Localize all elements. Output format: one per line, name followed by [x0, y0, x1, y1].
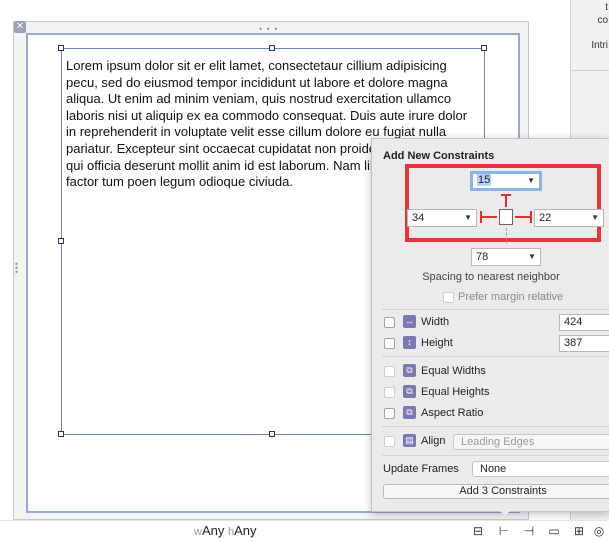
width-class-value: Any: [201, 523, 225, 538]
width-label: Width: [421, 316, 450, 328]
equal-widths-label: Equal Widths: [421, 365, 486, 377]
top-spacing-value: 15: [477, 174, 492, 186]
bottom-constraint-dashed[interactable]: [506, 228, 507, 244]
equal-widths-checkbox[interactable]: [384, 366, 395, 377]
resize-handle-left[interactable]: [58, 238, 64, 244]
inspector-text-2: co: [597, 15, 608, 26]
chevron-down-icon[interactable]: ▼: [464, 210, 472, 226]
width-constraint-icon: ↔: [403, 315, 416, 328]
right-spacing-value: 22: [539, 212, 552, 224]
resize-handle-top-left[interactable]: [58, 45, 64, 51]
prefer-margin-label: Prefer margin relative: [458, 291, 564, 303]
equal-heights-icon: ⧉: [403, 385, 416, 398]
inspector-divider: [571, 70, 609, 71]
left-constraint-cap: [480, 211, 482, 223]
height-value-field[interactable]: 387: [559, 335, 609, 352]
equal-heights-checkbox[interactable]: [384, 387, 395, 398]
equal-heights-label: Equal Heights: [421, 386, 490, 398]
height-constraint-icon: ↕: [403, 336, 416, 349]
divider: [382, 356, 609, 357]
resizing-icon[interactable]: ▭: [546, 524, 562, 538]
spacing-caption: Spacing to nearest neighbor: [422, 271, 560, 283]
left-constraint-i-beam[interactable]: [480, 216, 497, 218]
scene-grip-left[interactable]: • • •: [15, 260, 21, 277]
popover-title: Add New Constraints: [383, 150, 495, 162]
popover-arrow: [497, 508, 513, 516]
selected-view-proxy: [499, 209, 513, 225]
canvas-bottom-bar: wAny hAny ⊟ ⊢ ⊣ ▭ ⊞ ◎: [0, 520, 609, 542]
left-spacing-value: 34: [412, 212, 425, 224]
height-label: Height: [421, 337, 453, 349]
stack-icon[interactable]: ⊟: [470, 524, 486, 538]
interface-builder-canvas: t co Intri ✕ • • • • • • Lorem ipsum dolor…: [0, 0, 609, 542]
prefer-margin-checkbox[interactable]: [443, 292, 454, 303]
add-constraints-popover: Add New Constraints 15 ▼ 34 ▼ 22 ▼ 78 ▼ …: [371, 138, 609, 512]
aspect-ratio-label: Aspect Ratio: [421, 407, 484, 419]
top-constraint-cap: [501, 194, 511, 196]
resize-handle-top[interactable]: [269, 45, 275, 51]
height-checkbox[interactable]: [384, 338, 395, 349]
divider: [382, 455, 609, 456]
top-spacing-field[interactable]: 15 ▼: [470, 171, 542, 191]
chevron-down-icon[interactable]: ▼: [528, 249, 536, 265]
chevron-down-icon[interactable]: ▼: [527, 175, 535, 187]
bottom-spacing-value: 78: [476, 251, 489, 263]
resize-handle-bottom-left[interactable]: [58, 431, 64, 437]
update-frames-select[interactable]: None: [472, 461, 609, 477]
width-class-prefix: w: [194, 526, 202, 538]
width-value-field[interactable]: 424: [559, 314, 609, 331]
aspect-ratio-checkbox[interactable]: [384, 408, 395, 419]
size-class-control[interactable]: wAny hAny: [194, 523, 257, 538]
divider: [382, 309, 609, 310]
align-select[interactable]: Leading Edges: [453, 434, 609, 450]
align-icon: ▤: [403, 434, 416, 447]
equal-widths-icon: ⧉: [403, 364, 416, 377]
circle-icon[interactable]: ◎: [591, 524, 607, 538]
align-label: Align: [421, 435, 446, 447]
resolve-icon[interactable]: ⊣: [521, 524, 537, 538]
inspector-text-3: Intri: [591, 40, 608, 51]
divider: [382, 426, 609, 427]
pin-icon[interactable]: ⊢: [496, 524, 512, 538]
grid-icon[interactable]: ⊞: [571, 524, 587, 538]
resize-handle-top-right[interactable]: [481, 45, 487, 51]
right-spacing-field[interactable]: 22 ▼: [534, 209, 604, 227]
chevron-down-icon[interactable]: ▼: [591, 210, 599, 226]
add-constraints-button[interactable]: Add 3 Constraints: [383, 484, 609, 499]
close-icon[interactable]: ✕: [14, 21, 26, 33]
width-checkbox[interactable]: [384, 317, 395, 328]
aspect-ratio-icon: ⧉: [403, 406, 416, 419]
height-class-value: Any: [234, 523, 257, 538]
left-spacing-field[interactable]: 34 ▼: [407, 209, 477, 227]
bottom-spacing-field[interactable]: 78 ▼: [471, 248, 541, 266]
align-checkbox[interactable]: [384, 436, 395, 447]
inspector-text-1: t: [605, 2, 608, 13]
update-frames-label: Update Frames: [383, 463, 459, 475]
right-constraint-cap: [530, 211, 532, 223]
resize-handle-bottom[interactable]: [269, 431, 275, 437]
